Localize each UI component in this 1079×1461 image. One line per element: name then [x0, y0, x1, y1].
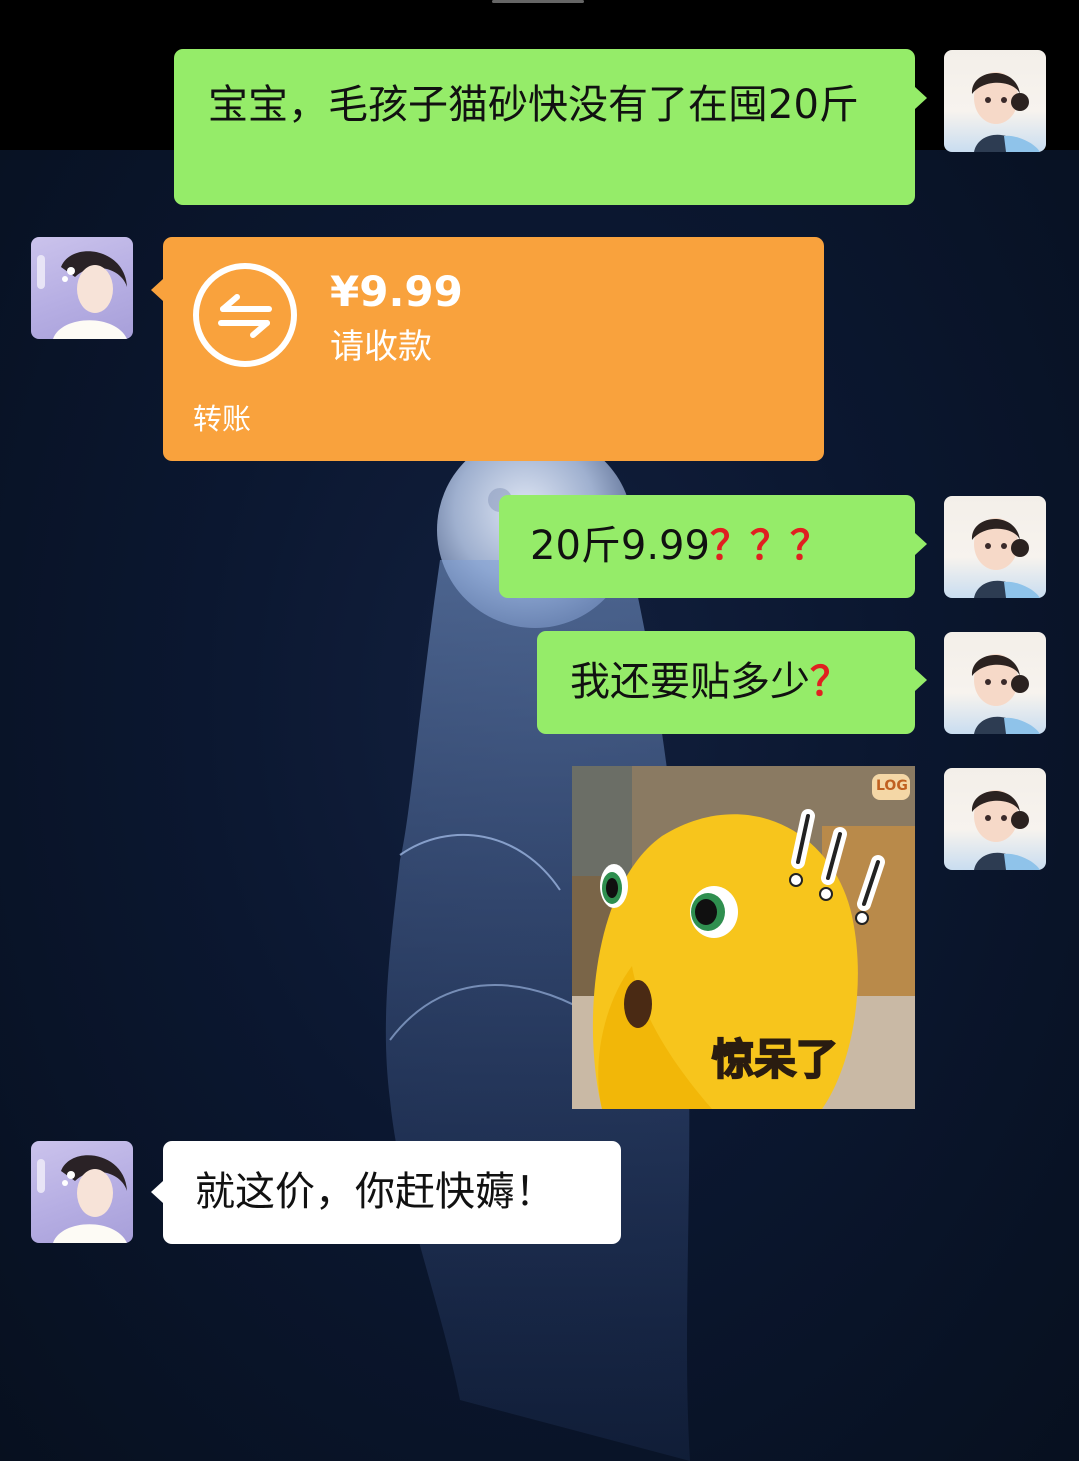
avatar-woman-illustration — [37, 1155, 127, 1243]
avatar-girl-illustration — [971, 518, 1040, 598]
message-text: 20斤9.99 — [530, 523, 710, 569]
message-bubble-sent[interactable]: 20斤9.99？？？ — [499, 495, 927, 598]
avatar-girl-illustration — [971, 790, 1040, 870]
avatar-contact[interactable] — [31, 237, 133, 339]
question-marks: ？？？ — [709, 523, 830, 569]
avatar-self[interactable] — [944, 50, 1046, 152]
avatar-self[interactable] — [944, 768, 1046, 870]
message-bubble-sent[interactable]: 宝宝，毛孩子猫砂快没有了在囤20斤 — [174, 49, 927, 205]
message-text: 我还要贴多少 — [570, 659, 810, 705]
sticker-image[interactable]: LOG 惊呆了 — [572, 766, 915, 1109]
avatar-woman-illustration — [37, 251, 127, 339]
transfer-card[interactable]: ¥9.99 请收款 转账 — [151, 237, 824, 461]
message-bubble-received[interactable]: 就这价，你赶快薅！ — [151, 1141, 621, 1244]
message-bubble-sent[interactable]: 我还要贴多少？ — [537, 631, 927, 734]
avatar-self[interactable] — [944, 632, 1046, 734]
top-indicator — [492, 0, 584, 3]
transfer-status: 请收款 — [330, 327, 432, 367]
question-mark: ？ — [810, 659, 850, 705]
sticker-caption: 惊呆了 — [711, 1034, 839, 1085]
avatar-contact[interactable] — [31, 1141, 133, 1243]
message-text: 宝宝，毛孩子猫砂快没有了在囤20斤 — [208, 82, 859, 128]
transfer-amount: ¥9.99 — [330, 267, 463, 316]
sticker-badge: LOG — [876, 778, 908, 794]
transfer-arrows-icon — [193, 263, 297, 367]
avatar-girl-illustration — [971, 654, 1040, 734]
avatar-self[interactable] — [944, 496, 1046, 598]
avatar-girl-illustration — [971, 72, 1040, 152]
message-text: 就这价，你赶快薅！ — [195, 1169, 555, 1215]
transfer-label: 转账 — [193, 402, 252, 436]
